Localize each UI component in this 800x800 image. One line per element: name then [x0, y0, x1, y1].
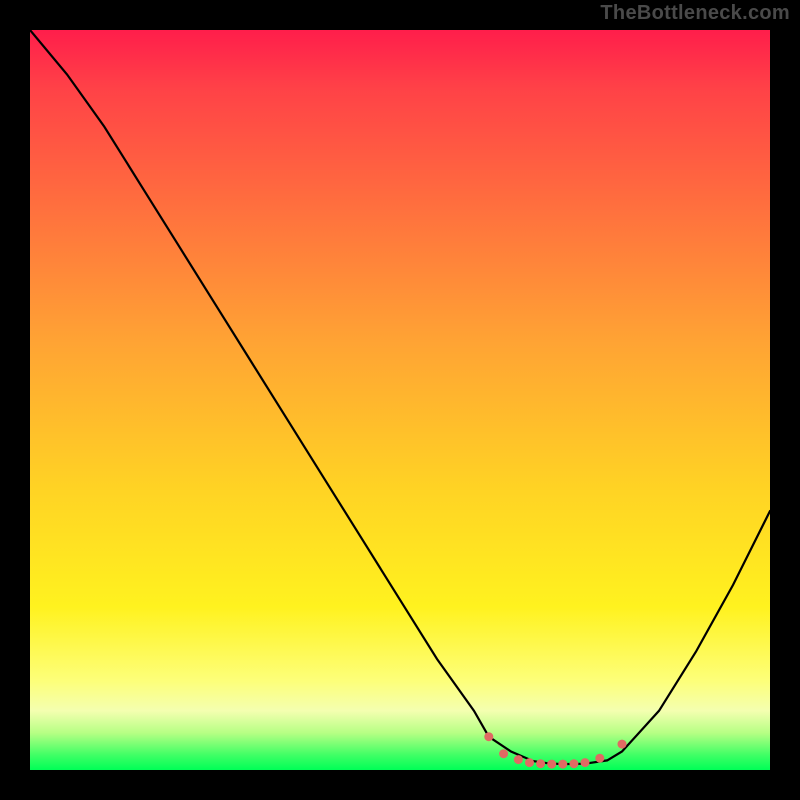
plot-area [30, 30, 770, 770]
marker-dot [514, 755, 523, 764]
marker-dot [569, 759, 578, 768]
bottleneck-curve-path [30, 30, 770, 764]
watermark-text: TheBottleneck.com [600, 2, 790, 25]
marker-dot [581, 758, 590, 767]
marker-dot [536, 759, 545, 768]
marker-dot [547, 760, 556, 769]
marker-dot [595, 754, 604, 763]
optimum-markers [484, 732, 626, 768]
marker-dot [558, 760, 567, 769]
marker-dot [499, 749, 508, 758]
curve-layer [30, 30, 770, 770]
marker-dot [484, 732, 493, 741]
marker-dot [618, 740, 627, 749]
chart-frame: TheBottleneck.com [0, 0, 800, 800]
marker-dot [525, 758, 534, 767]
